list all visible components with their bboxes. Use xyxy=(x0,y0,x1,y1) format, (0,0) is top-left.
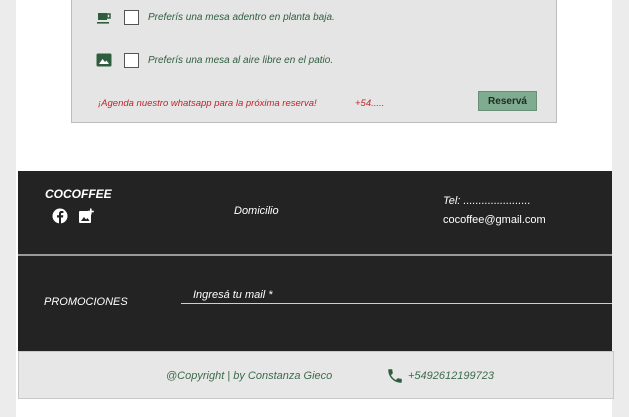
image-landscape-icon xyxy=(96,52,112,68)
option-patio: Preferís una mesa al aire libre en el pa… xyxy=(96,51,333,69)
tel-label: Tel: ...................... xyxy=(443,195,531,207)
email-link[interactable]: cocoffee@gmail.com xyxy=(443,214,546,226)
whatsapp-note: ¡Agenda nuestro whatsapp para la próxima… xyxy=(98,98,317,109)
patio-option-label: Preferís una mesa al aire libre en el pa… xyxy=(148,54,334,66)
footer-brand: COCOFFEE xyxy=(45,187,112,201)
social-links xyxy=(52,208,94,224)
add-photo-icon[interactable] xyxy=(78,208,94,224)
copyright-text: @Copyright | by Constanza Gieco xyxy=(166,370,333,382)
indoor-option-label: Preferís una mesa adentro en planta baja… xyxy=(148,11,335,23)
promotions-label: PROMOCIONES xyxy=(44,296,128,308)
reserve-button[interactable]: Reservá xyxy=(478,91,537,111)
email-signup-input[interactable] xyxy=(181,286,612,304)
reservation-form-card: Preferís una mesa adentro en planta baja… xyxy=(71,0,557,123)
phone-icon xyxy=(386,367,404,385)
address-label: Domicilio xyxy=(234,205,279,217)
footer-promotions: PROMOCIONES xyxy=(18,256,612,351)
indoor-checkbox[interactable] xyxy=(124,9,139,25)
contact-phone: +5492612199723 xyxy=(408,370,494,382)
patio-checkbox[interactable] xyxy=(124,52,139,68)
footer-info: COCOFFEE Domicilio Tel: ................… xyxy=(18,171,612,254)
facebook-icon[interactable] xyxy=(52,208,68,224)
coffee-cup-icon xyxy=(96,9,112,25)
whatsapp-number: +54..... xyxy=(355,98,385,109)
copyright-bar: @Copyright | by Constanza Gieco +5492612… xyxy=(18,351,614,399)
option-indoor: Preferís una mesa adentro en planta baja… xyxy=(96,8,335,26)
